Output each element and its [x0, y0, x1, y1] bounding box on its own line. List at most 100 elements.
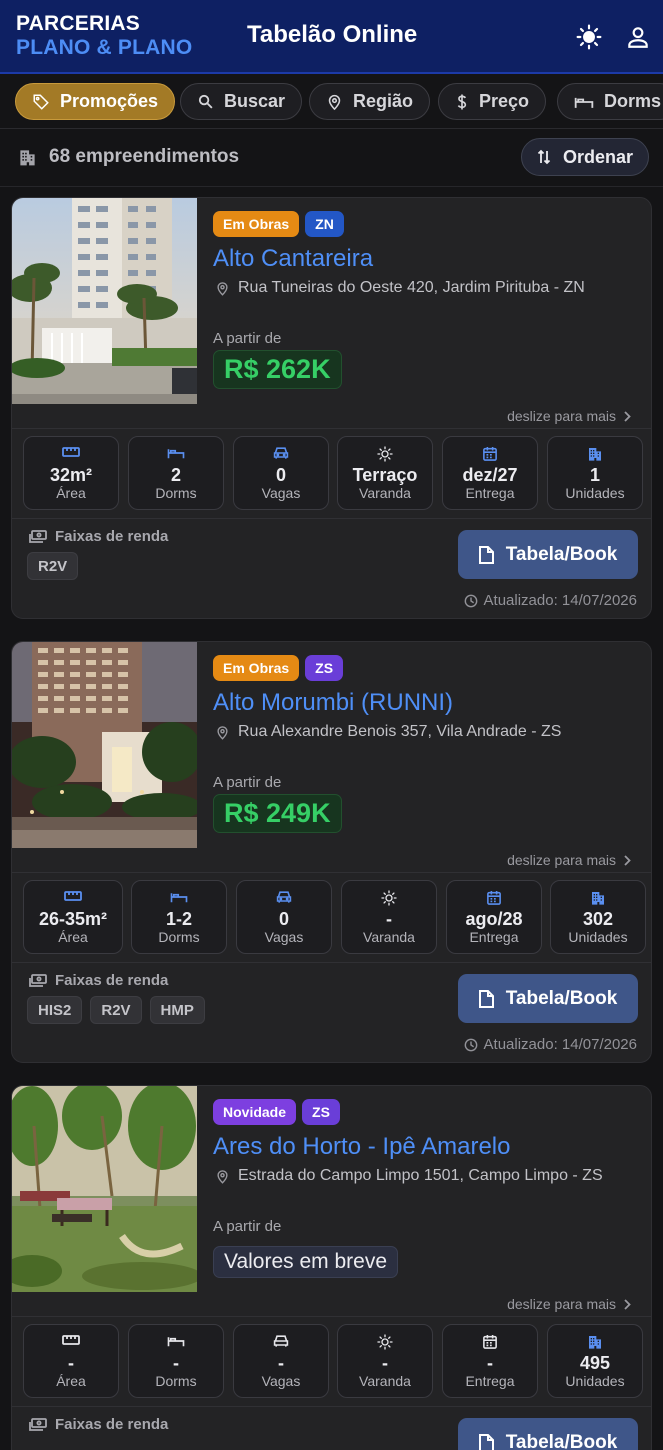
search-icon: [198, 94, 213, 109]
stat-vagas: 0 Vagas: [233, 436, 329, 510]
user-icon[interactable]: [623, 22, 653, 52]
tabela-book-button[interactable]: Tabela/Book: [458, 974, 638, 1023]
tabela-book-button[interactable]: Tabela/Book: [458, 530, 638, 579]
faixas-heading: Faixas de renda: [29, 1416, 168, 1433]
badges: Em Obras ZS: [213, 655, 344, 681]
property-title[interactable]: Alto Cantareira: [213, 245, 373, 273]
stat-area: - Área: [23, 1324, 119, 1398]
swipe-hint-text: deslize para mais: [507, 852, 616, 868]
property-address-text: Estrada do Campo Limpo 1501, Campo Limpo…: [238, 1167, 603, 1184]
car-icon: [234, 1334, 328, 1350]
calendar-icon: [443, 446, 537, 462]
stat-label: Unidades: [568, 929, 628, 945]
faixa-tag: HMP: [149, 996, 205, 1024]
map-pin-icon: [328, 94, 341, 110]
property-card[interactable]: Em Obras ZS Alto Morumbi (RUNNI) Rua Ale…: [11, 641, 652, 1063]
stat-label: Vagas: [261, 1373, 301, 1389]
property-card[interactable]: Novidade ZS Ares do Horto - Ipê Amarelo …: [11, 1085, 652, 1450]
app-header: PARCERIAS PLANO & PLANO Tabelão Online: [0, 0, 663, 74]
ruler-icon: [24, 890, 122, 906]
swipe-hint-text: deslize para mais: [507, 408, 616, 424]
swipe-hint: deslize para mais: [507, 408, 631, 424]
sort-icon: [537, 149, 551, 165]
building-icon: [548, 1334, 642, 1350]
faixas-heading: Faixas de renda: [29, 972, 168, 989]
faixas-heading: Faixas de renda: [29, 528, 168, 545]
property-title[interactable]: Ares do Horto - Ipê Amarelo: [213, 1133, 510, 1161]
stat-label: Área: [56, 485, 86, 501]
stat-label: Varanda: [359, 485, 411, 501]
stat-vagas: 0 Vagas: [236, 880, 332, 954]
tabela-book-label: Tabela/Book: [505, 543, 618, 565]
document-icon: [478, 989, 494, 1008]
stat-label: Dorms: [158, 929, 200, 945]
tabela-book-button[interactable]: Tabela/Book: [458, 1418, 638, 1450]
stat-label: Vagas: [261, 485, 301, 501]
filter-chip-regiao[interactable]: Região: [309, 83, 431, 120]
stat-label: Entrega: [465, 485, 515, 501]
map-pin-icon: [217, 1169, 228, 1184]
clock-icon: [464, 1038, 477, 1051]
stat-label: Entrega: [469, 929, 519, 945]
updated-info: Atualizado: 14/07/2026: [464, 1036, 637, 1053]
chevron-right-icon: [624, 854, 631, 866]
sun-icon[interactable]: [574, 22, 604, 52]
filter-chip-label: Região: [353, 91, 414, 111]
divider: [12, 1316, 651, 1317]
property-photo[interactable]: [12, 198, 197, 404]
stat-label: Unidades: [565, 1373, 625, 1389]
divider: [12, 872, 651, 873]
money-icon: [29, 974, 47, 987]
stat-dorms: - Dorms: [128, 1324, 224, 1398]
filter-chip-promocoes[interactable]: Promoções: [15, 83, 176, 120]
sort-button[interactable]: Ordenar: [521, 138, 649, 176]
results-count-text: 68 empreendimentos: [49, 146, 240, 167]
stat-dorms: 2 Dorms: [128, 436, 224, 510]
divider: [12, 962, 651, 963]
bed-icon: [132, 890, 226, 906]
stat-area: 26-35m² Área: [23, 880, 123, 954]
brand-logo[interactable]: PARCERIAS PLANO & PLANO: [16, 12, 192, 60]
property-card[interactable]: Em Obras ZN Alto Cantareira Rua Tuneiras…: [11, 197, 652, 619]
calendar-icon: [447, 890, 541, 906]
results-count: 68 empreendimentos: [18, 146, 239, 168]
property-title[interactable]: Alto Morumbi (RUNNI): [213, 689, 453, 717]
stat-label: Área: [56, 1373, 86, 1389]
building-icon: [548, 446, 642, 462]
swipe-hint-text: deslize para mais: [507, 1296, 616, 1312]
page-title: Tabelão Online: [247, 21, 418, 48]
updated-info: Atualizado: 14/07/2026: [464, 592, 637, 609]
stat-value: -: [487, 1353, 493, 1373]
clock-icon: [464, 594, 477, 607]
badges: Novidade ZS: [213, 1099, 340, 1125]
filter-chip-buscar[interactable]: Buscar: [180, 83, 303, 120]
filter-chip-preco[interactable]: Preço: [438, 83, 547, 120]
brand-line-2: PLANO & PLANO: [16, 36, 193, 59]
stat-unidades: 1 Unidades: [547, 436, 643, 510]
stat-unidades: 302 Unidades: [550, 880, 646, 954]
status-badge: Em Obras: [213, 655, 300, 681]
stat-entrega: dez/27 Entrega: [442, 436, 538, 510]
sun-icon: [342, 890, 436, 906]
stat-value: -: [278, 1353, 284, 1373]
property-photo[interactable]: [12, 1086, 197, 1292]
tag-icon: [33, 94, 49, 110]
updated-text: Atualizado: 14/07/2026: [483, 1036, 637, 1053]
money-icon: [29, 530, 47, 543]
faixa-tag: R2V: [90, 996, 142, 1024]
stat-varanda: Terraço Varanda: [337, 436, 433, 510]
sort-label: Ordenar: [562, 146, 634, 167]
filter-chip-dorms[interactable]: Dorms: [557, 83, 663, 120]
money-icon: [29, 1418, 47, 1431]
price-badge: R$ 262K: [213, 350, 342, 389]
property-photo[interactable]: [12, 642, 197, 848]
stat-label: Vagas: [264, 929, 304, 945]
status-badge: Novidade: [213, 1099, 297, 1125]
tabela-book-label: Tabela/Book: [505, 987, 618, 1009]
tabela-book-label: Tabela/Book: [505, 1431, 618, 1450]
filter-chip-label: Dorms: [604, 91, 662, 111]
price-badge: R$ 249K: [213, 794, 342, 833]
stat-value: 32m²: [49, 465, 93, 485]
property-address: Rua Tuneiras do Oeste 420, Jardim Piritu…: [215, 279, 585, 297]
bed-icon: [129, 1334, 223, 1350]
